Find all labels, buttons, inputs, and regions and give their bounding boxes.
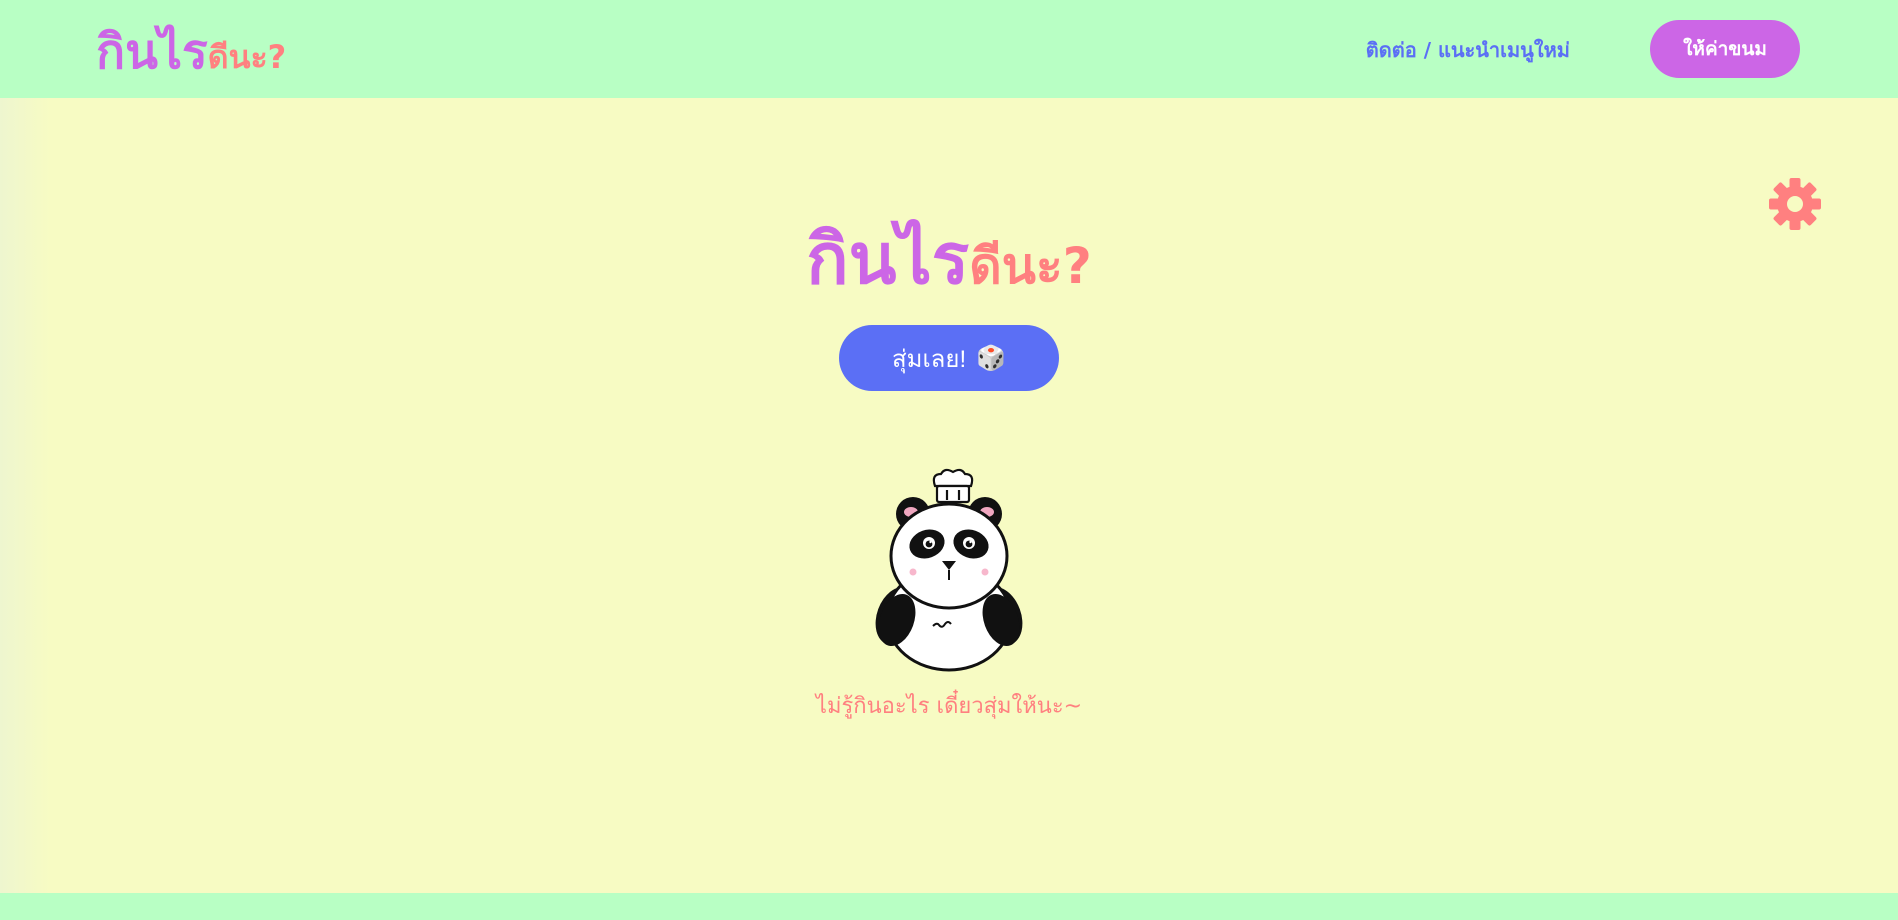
panda-chef-mascot [867,468,1031,672]
random-button-label: สุ่มเลย! [892,345,967,373]
navbar: กินไรดีนะ? ติดต่อ / แนะนำเมนูใหม่ ให้ค่า… [0,0,1898,98]
dice-icon: 🎲 [976,344,1006,372]
hint-text: ไม่รู้กินอะไร เดี๋ยวสุ่มให้นะ~ [815,694,1083,719]
hero-title: กินไรดีนะ? [0,203,1898,314]
contact-suggest-link[interactable]: ติดต่อ / แนะนำเมนูใหม่ [1366,34,1570,66]
logo-main-text: กินไร [96,24,208,80]
logo-sub-text: ดีนะ? [207,38,287,76]
hero-title-main: กินไร [806,218,970,300]
hero-title-sub: ดีนะ? [969,237,1092,295]
site-logo[interactable]: กินไรดีนะ? [96,14,286,90]
random-button[interactable]: สุ่มเลย! 🎲 [839,325,1059,391]
donate-button[interactable]: ให้ค่าขนม [1650,20,1800,78]
footer-bar [0,893,1898,920]
